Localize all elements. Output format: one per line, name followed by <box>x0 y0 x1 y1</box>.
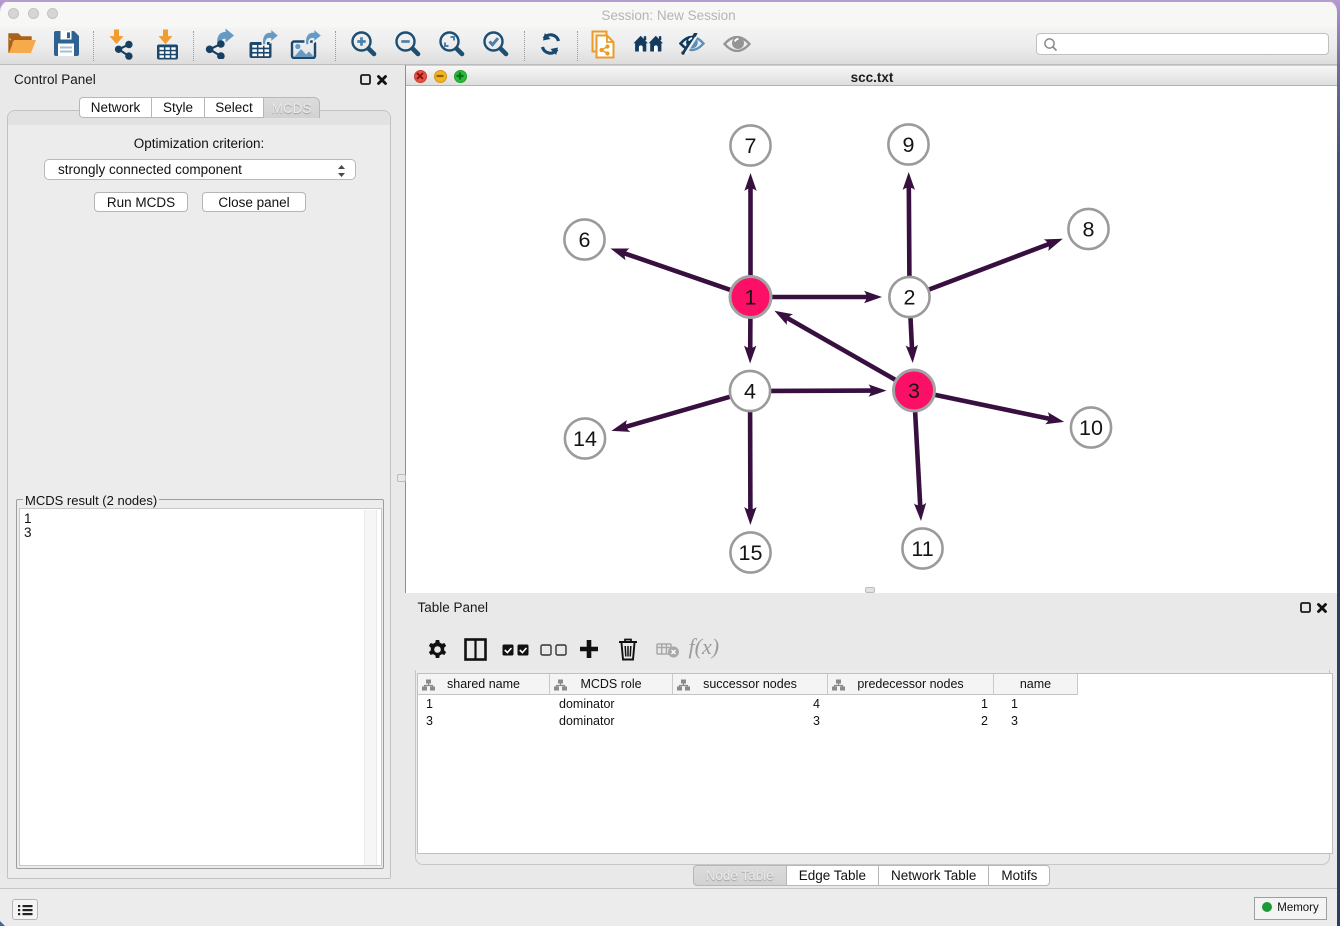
svg-text:3: 3 <box>908 379 920 403</box>
svg-text:8: 8 <box>1083 218 1095 242</box>
svg-text:4: 4 <box>744 380 756 404</box>
svg-text:2: 2 <box>904 286 916 310</box>
svg-text:1: 1 <box>745 286 757 310</box>
svg-text:6: 6 <box>579 228 591 252</box>
svg-text:10: 10 <box>1079 416 1103 440</box>
svg-text:15: 15 <box>739 541 763 565</box>
svg-text:11: 11 <box>911 537 933 561</box>
svg-text:7: 7 <box>745 134 757 158</box>
svg-text:9: 9 <box>903 133 915 157</box>
svg-text:14: 14 <box>573 427 597 451</box>
